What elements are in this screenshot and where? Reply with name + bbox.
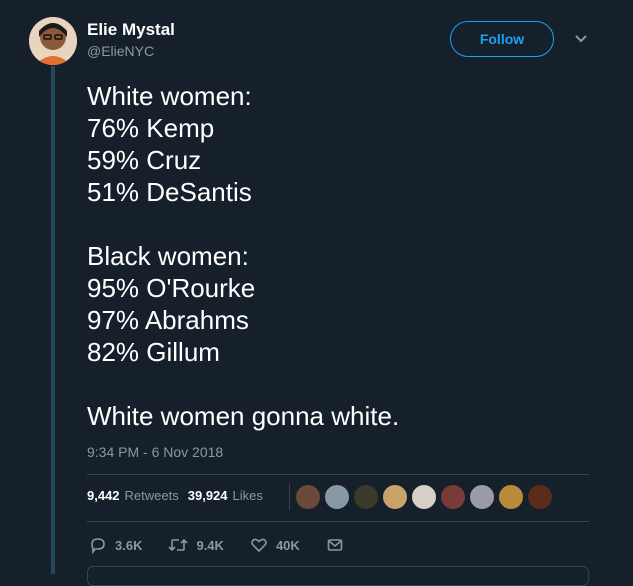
retweets-count: 9,442: [87, 488, 120, 503]
liker-avatar[interactable]: [469, 484, 495, 510]
tweet-actions: 3.6K 9.4K 40K: [89, 536, 378, 554]
tweet-timestamp[interactable]: 9:34 PM - 6 Nov 2018: [87, 444, 223, 460]
tweet-line: 76% Kemp: [87, 113, 215, 143]
avatar-image: [29, 17, 77, 65]
tweet-line: 95% O'Rourke: [87, 273, 256, 303]
tweet-line: White women:: [87, 81, 252, 111]
tweet-line: 59% Cruz: [87, 145, 202, 175]
tweet-line: White women gonna white.: [87, 401, 400, 431]
reply-input-box[interactable]: [87, 566, 589, 586]
liker-avatar[interactable]: [498, 484, 524, 510]
follow-button[interactable]: Follow: [450, 21, 554, 57]
liker-avatar[interactable]: [295, 484, 321, 510]
tweet-stats: 9,442 Retweets 39,924 Likes: [87, 488, 263, 503]
liker-avatar[interactable]: [411, 484, 437, 510]
tweet-line: 82% Gillum: [87, 337, 220, 367]
author-name[interactable]: Elie Mystal: [87, 20, 175, 40]
retweet-count: 9.4K: [196, 537, 224, 553]
envelope-icon: [327, 539, 343, 551]
tweet-line: Black women:: [87, 241, 249, 271]
retweets-stat[interactable]: 9,442 Retweets: [87, 488, 179, 503]
reply-count: 3.6K: [115, 537, 143, 553]
liker-avatar[interactable]: [527, 484, 553, 510]
retweet-button[interactable]: 9.4K: [168, 536, 224, 554]
heart-icon: [251, 538, 267, 553]
retweets-label: Retweets: [124, 488, 179, 503]
tweet-line: 97% Abrahms: [87, 305, 249, 335]
divider: [87, 474, 589, 475]
direct-message-button[interactable]: [326, 536, 352, 554]
chevron-down-icon[interactable]: [572, 30, 590, 48]
default-avatar-icon[interactable]: [324, 484, 350, 510]
retweet-icon: [168, 538, 189, 552]
tweet-text: White women: 76% Kemp 59% Cruz 51% DeSan…: [87, 80, 607, 432]
likes-label: Likes: [232, 488, 263, 503]
liker-avatar[interactable]: [353, 484, 379, 510]
likes-count: 39,924: [187, 488, 228, 503]
author-avatar[interactable]: [29, 17, 77, 65]
thread-line: [51, 66, 55, 574]
tweet-line: 51% DeSantis: [87, 177, 252, 207]
author-handle[interactable]: @ElieNYC: [87, 43, 154, 59]
reply-button[interactable]: 3.6K: [89, 536, 142, 554]
liker-avatar[interactable]: [440, 484, 466, 510]
divider: [87, 521, 589, 522]
liker-avatars: [289, 484, 556, 510]
like-button[interactable]: 40K: [250, 536, 300, 554]
liker-avatar[interactable]: [382, 484, 408, 510]
likes-stat[interactable]: 39,924 Likes: [188, 488, 263, 503]
like-count: 40K: [275, 537, 300, 553]
reply-icon: [91, 538, 105, 554]
